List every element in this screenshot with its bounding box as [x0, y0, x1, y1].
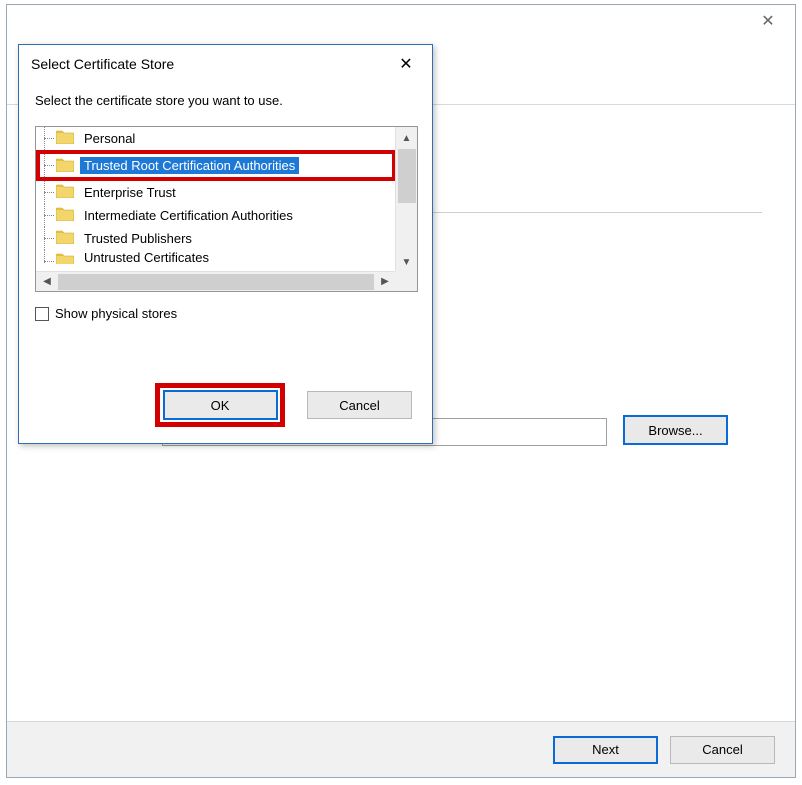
- tree-item-label: Trusted Publishers: [80, 230, 196, 247]
- tree-viewport: Personal Trusted Root Certification Auth…: [36, 127, 396, 275]
- dialog-cancel-button-label: Cancel: [339, 398, 379, 413]
- tree-connector: [44, 181, 54, 204]
- show-physical-stores-checkbox[interactable]: [35, 307, 49, 321]
- next-button-label: Next: [592, 742, 619, 757]
- tree-item-label: Untrusted Certificates: [80, 250, 213, 264]
- wizard-titlebar: ✕: [7, 5, 795, 45]
- close-icon: ✕: [399, 54, 412, 74]
- scroll-up-icon[interactable]: ▲: [396, 127, 417, 149]
- show-physical-stores-label: Show physical stores: [55, 306, 177, 321]
- tree-item[interactable]: Intermediate Certification Authorities: [36, 204, 396, 227]
- wizard-footer: Next Cancel: [7, 721, 795, 777]
- folder-icon: [56, 130, 74, 144]
- wizard-close-button[interactable]: ✕: [745, 5, 791, 37]
- wizard-cancel-button[interactable]: Cancel: [670, 736, 775, 764]
- ok-button[interactable]: OK: [163, 390, 278, 420]
- tree-connector: [44, 154, 54, 177]
- tree-item[interactable]: Personal: [36, 127, 396, 150]
- scroll-right-icon[interactable]: ▶: [374, 272, 396, 291]
- dialog-button-row: OK Cancel: [19, 383, 432, 427]
- scrollbar-corner: [395, 271, 417, 291]
- folder-icon: [56, 230, 74, 244]
- tree-item[interactable]: Untrusted Certificates: [36, 250, 396, 264]
- tree-item[interactable]: Enterprise Trust: [36, 181, 396, 204]
- dialog-instruction: Select the certificate store you want to…: [35, 93, 416, 108]
- dialog-close-button[interactable]: ✕: [386, 49, 426, 79]
- folder-icon: [56, 207, 74, 221]
- scroll-down-icon[interactable]: ▼: [396, 251, 417, 273]
- dialog-titlebar: Select Certificate Store ✕: [19, 45, 432, 83]
- tree-connector: [44, 250, 54, 264]
- certificate-store-tree: Personal Trusted Root Certification Auth…: [35, 126, 418, 292]
- dialog-body: Select the certificate store you want to…: [19, 83, 432, 321]
- browse-button[interactable]: Browse...: [623, 415, 728, 445]
- close-icon: ✕: [761, 11, 774, 31]
- scroll-left-icon[interactable]: ◀: [36, 272, 58, 291]
- tree-connector: [44, 127, 54, 150]
- folder-icon: [56, 158, 74, 172]
- tree-item[interactable]: Trusted Publishers: [36, 227, 396, 250]
- tree-item-label: Personal: [80, 130, 139, 147]
- tree-item[interactable]: Trusted Root Certification Authorities: [36, 150, 396, 181]
- tree-item-label: Enterprise Trust: [80, 184, 180, 201]
- select-certificate-store-dialog: Select Certificate Store ✕ Select the ce…: [18, 44, 433, 444]
- wizard-cancel-button-label: Cancel: [702, 742, 742, 757]
- folder-icon: [56, 184, 74, 198]
- tree-horizontal-scrollbar[interactable]: ◀ ▶: [36, 271, 396, 291]
- folder-icon: [56, 253, 74, 264]
- next-button[interactable]: Next: [553, 736, 658, 764]
- tree-connector: [44, 204, 54, 227]
- tree-connector: [44, 227, 54, 250]
- tree-item-label: Intermediate Certification Authorities: [80, 207, 297, 224]
- ok-button-label: OK: [211, 398, 230, 413]
- tree-item-label: Trusted Root Certification Authorities: [80, 157, 299, 174]
- horizontal-scroll-thumb[interactable]: [58, 274, 374, 290]
- tree-vertical-scrollbar[interactable]: ▲ ▼: [395, 127, 417, 273]
- dialog-title: Select Certificate Store: [31, 56, 386, 72]
- dialog-cancel-button[interactable]: Cancel: [307, 391, 412, 419]
- vertical-scroll-thumb[interactable]: [398, 149, 416, 203]
- ok-button-highlight: OK: [155, 383, 285, 427]
- show-physical-stores-row: Show physical stores: [35, 306, 416, 321]
- browse-button-label: Browse...: [648, 423, 702, 438]
